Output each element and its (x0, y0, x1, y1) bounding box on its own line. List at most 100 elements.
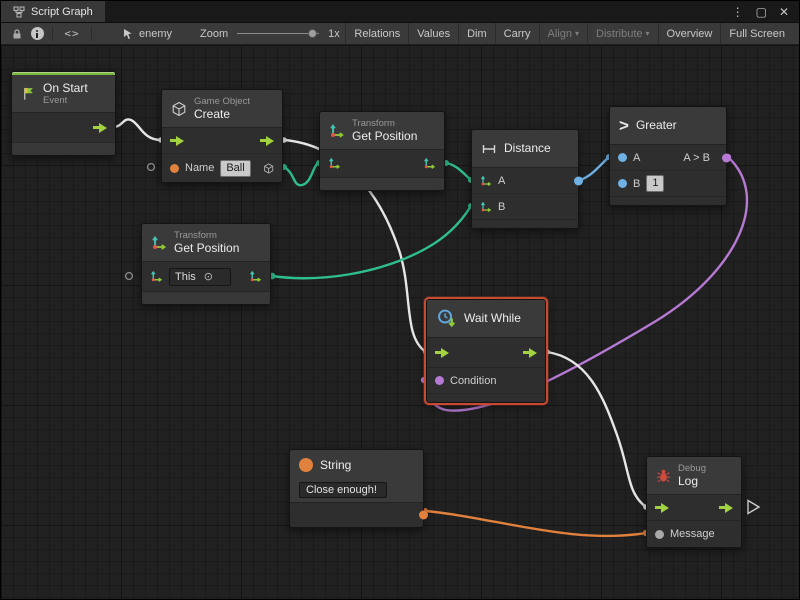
zoom-value: 1x (328, 28, 340, 40)
transform-input-port[interactable] (328, 157, 341, 170)
game-object-output-port[interactable] (263, 162, 274, 175)
string-icon (299, 458, 313, 472)
node-greater[interactable]: > Greater A A > B B 1 (609, 106, 727, 206)
toolbar-button-values[interactable]: Values (408, 23, 458, 44)
toolbar-button-relations[interactable]: Relations (345, 23, 408, 44)
dropdown-caret-icon: ▾ (575, 30, 579, 38)
b-value-field[interactable]: 1 (646, 175, 664, 192)
node-get-position-this[interactable]: Transform Get Position This ⊙ (141, 223, 271, 305)
zoom-knob[interactable] (308, 29, 317, 38)
wire-position-getposition-distance-b[interactable] (272, 206, 471, 278)
port-label: A > B (683, 152, 710, 164)
zoom-label: Zoom (200, 28, 228, 40)
port-label: Message (670, 528, 715, 540)
node-category: Transform (352, 118, 417, 129)
window-menu-icon[interactable]: ⋮ (732, 6, 744, 18)
node-title: Distance (504, 141, 551, 155)
transform-icon (151, 235, 167, 251)
message-input-port[interactable] (655, 530, 664, 539)
node-subtitle: Event (43, 95, 88, 106)
position-output-port[interactable] (423, 157, 436, 170)
toolbar-button-dim[interactable]: Dim (458, 23, 495, 44)
node-title: Get Position (174, 241, 239, 255)
node-title: On Start (43, 81, 88, 95)
info-icon[interactable] (27, 23, 47, 44)
node-footer (320, 178, 444, 190)
node-debug-log[interactable]: Debug Log Message (646, 456, 742, 548)
toolbar-button-fullscreen[interactable]: Full Screen (720, 23, 793, 44)
node-title: Get Position (352, 129, 417, 143)
node-footer (142, 292, 270, 304)
flow-output-port[interactable] (523, 348, 537, 358)
lock-icon[interactable] (7, 23, 27, 44)
port-label: A (498, 175, 505, 187)
toolbar-button-distribute[interactable]: Distribute▾ (587, 23, 657, 44)
a-input-port[interactable] (618, 153, 627, 162)
node-title: Wait While (464, 311, 521, 325)
titlebar: Script Graph ⋮ ▢ ✕ (1, 1, 799, 23)
window-maximize-icon[interactable]: ▢ (756, 6, 767, 18)
node-category: Game Object (194, 96, 250, 107)
a-input-port[interactable] (480, 175, 492, 187)
node-title: Log (678, 474, 706, 488)
name-input-port[interactable] (170, 164, 179, 173)
node-string-literal[interactable]: String Close enough! (289, 449, 424, 528)
toolbar-button-align[interactable]: Align▾ (539, 23, 587, 44)
tab-script-graph[interactable]: Script Graph (1, 1, 105, 22)
string-output-port[interactable] (419, 511, 428, 520)
transform-icon (329, 123, 345, 139)
distance-output-port[interactable] (574, 176, 583, 185)
toolbar-button-carry[interactable]: Carry (495, 23, 539, 44)
graph-toolbar: <> enemy Zoom 1x Relations Values Dim Ca… (1, 23, 799, 45)
graph-canvas[interactable]: On Start Event Game Object Create (1, 45, 799, 599)
b-input-port[interactable] (618, 179, 627, 188)
node-footer (427, 394, 545, 402)
graph-pointer-icon (123, 28, 134, 40)
greater-icon: > (619, 117, 629, 134)
node-wait-while[interactable]: Wait While Condition (426, 299, 546, 403)
transform-input-port[interactable] (150, 270, 163, 283)
flow-input-port[interactable] (435, 348, 449, 358)
node-category: Debug (678, 463, 706, 474)
target-picker-icon[interactable]: ⊙ (204, 269, 213, 285)
node-distance[interactable]: Distance A B (471, 129, 579, 229)
window-close-icon[interactable]: ✕ (779, 6, 789, 18)
flow-output-port[interactable] (260, 136, 274, 146)
unconnected-port-ring (148, 164, 155, 171)
wire-flow-onstart-create[interactable] (113, 119, 161, 140)
name-value-field[interactable]: Ball (220, 160, 250, 177)
result-output-port[interactable] (722, 153, 731, 162)
flow-output-port[interactable] (719, 503, 733, 513)
node-create-game-object[interactable]: Game Object Create Name Ball (161, 89, 283, 183)
port-label: A (633, 152, 640, 164)
port-label: Name (185, 162, 214, 174)
node-category: Transform (174, 230, 239, 241)
unconnected-port-ring (126, 273, 133, 280)
port-label: Condition (450, 375, 496, 387)
flag-icon (21, 86, 36, 101)
wire-string-string-log[interactable] (425, 511, 646, 536)
wire-number-distance-greater[interactable] (580, 157, 609, 180)
code-view-icon[interactable]: <> (58, 23, 86, 44)
titlebar-spacer (105, 1, 722, 22)
string-value-field[interactable]: Close enough! (299, 482, 387, 498)
port-label: B (633, 178, 640, 190)
toolbar-button-overview[interactable]: Overview (658, 23, 721, 44)
script-graph-window: Script Graph ⋮ ▢ ✕ <> enemy (0, 0, 800, 600)
node-footer (472, 220, 578, 228)
tab-title: Script Graph (31, 6, 93, 18)
wire-gameobject-create-getposition[interactable] (284, 163, 319, 185)
wire-position-getposition-distance-a[interactable] (446, 163, 471, 180)
flow-input-port[interactable] (170, 136, 184, 146)
position-output-port[interactable] (249, 270, 262, 283)
flow-output-port[interactable] (93, 123, 107, 133)
node-footer (12, 143, 115, 155)
flow-input-port[interactable] (655, 503, 669, 513)
target-dropdown[interactable]: This ⊙ (169, 268, 231, 286)
zoom-slider[interactable] (237, 33, 319, 34)
node-title: String (320, 458, 351, 472)
condition-input-port[interactable] (435, 376, 444, 385)
b-input-port[interactable] (480, 201, 492, 213)
node-get-position-ball[interactable]: Transform Get Position (319, 111, 445, 191)
node-on-start-event[interactable]: On Start Event (11, 71, 116, 156)
